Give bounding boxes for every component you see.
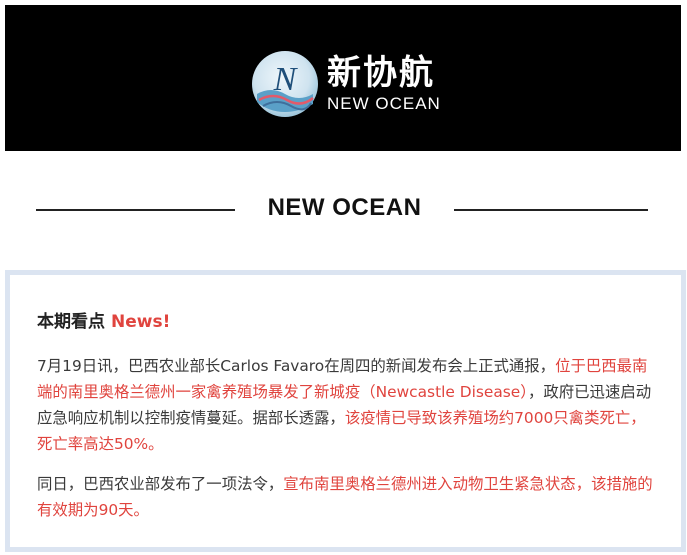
card-heading: 本期看点 News! — [37, 307, 170, 332]
brand-name-cn: 新协航 — [327, 53, 435, 93]
brand-name-en: NEW OCEAN — [327, 94, 441, 113]
divider-line-right — [454, 209, 648, 211]
header-banner: N 新协航 NEW OCEAN — [5, 5, 681, 151]
news-card: 本期看点 News! 7月19日讯，巴西农业部长Carlos Favaro在周四的… — [5, 270, 686, 552]
section-title: NEW OCEAN — [267, 194, 422, 221]
section-divider: NEW OCEAN — [0, 188, 687, 232]
brand-wordmark: 新协航 NEW OCEAN — [327, 54, 441, 114]
news-paragraph-1: 7月19日讯，巴西农业部长Carlos Favaro在周四的新闻发布会上正式通报… — [37, 353, 657, 457]
card-heading-accent: News! — [111, 312, 171, 332]
wave-logo-icon: N — [252, 51, 318, 117]
paragraph-segment: 同日，巴西农业部发布了一项法令， — [37, 475, 284, 493]
svg-text:N: N — [273, 61, 299, 98]
card-heading-label: 本期看点 — [37, 312, 105, 332]
divider-line-left — [36, 209, 235, 211]
news-paragraph-2: 同日，巴西农业部发布了一项法令，宣布南里奥格兰德州进入动物卫生紧急状态，该措施的… — [37, 471, 657, 523]
paragraph-segment: 7月19日讯，巴西农业部长Carlos Favaro在周四的新闻发布会上正式通报… — [37, 357, 556, 375]
brand-logo: N 新协航 NEW OCEAN — [251, 45, 451, 123]
